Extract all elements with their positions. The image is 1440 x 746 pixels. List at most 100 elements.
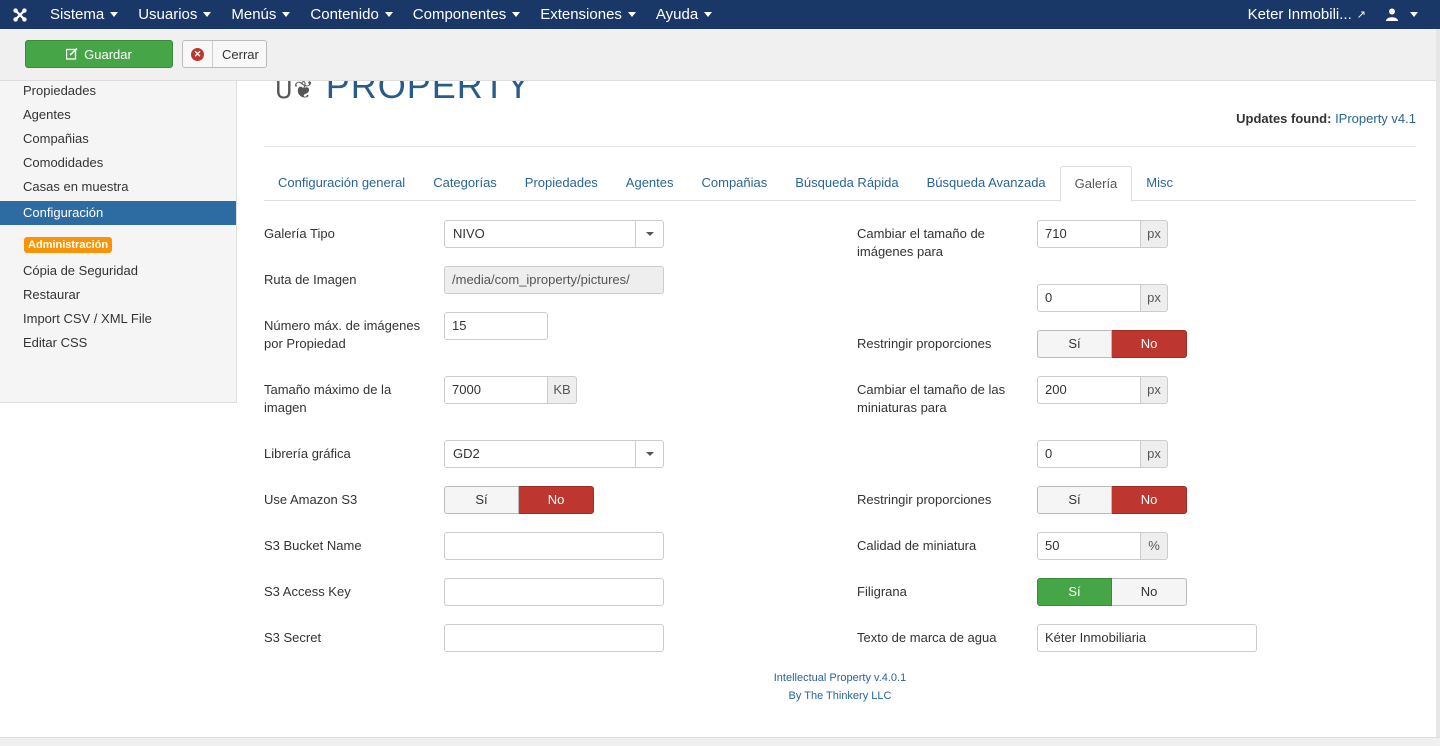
footer-author-link[interactable]: By The Thinkery LLC [640, 690, 1040, 702]
graphics-lib-label: Librería gráfica [264, 446, 351, 461]
top-navbar: Sistema Usuarios Menús Contenido Compone… [0, 0, 1440, 29]
watermark-no[interactable]: No [1112, 578, 1187, 606]
watermark-label: Filigrana [857, 584, 907, 599]
image-path-label: Ruta de Imagen [264, 272, 357, 287]
footer-version-link[interactable]: Intellectual Property v.4.0.1 [640, 672, 1040, 684]
site-link[interactable]: Keter Inmobili... ↗ [1238, 0, 1376, 29]
px-unit-addon: px [1141, 376, 1168, 404]
scrollbar[interactable] [1436, 29, 1440, 737]
tab-galeria[interactable]: Galería [1059, 166, 1133, 202]
tab-agentes[interactable]: Agentes [612, 166, 688, 201]
toolbar: Guardar ✕ Cerrar [0, 29, 1440, 81]
restrict-proportions-toggle: Sí No [1037, 330, 1187, 358]
restrict2-no[interactable]: No [1112, 486, 1187, 514]
max-size-label: Tamaño máximo de la imagen [264, 382, 392, 415]
image-path-field: /media/com_iproperty/pictures/ [444, 266, 664, 294]
watermark-yes[interactable]: Sí [1037, 578, 1112, 606]
chevron-down-icon [635, 221, 663, 247]
amazon-s3-label: Use Amazon S3 [264, 492, 358, 507]
resize-width-input[interactable]: 710 [1037, 220, 1141, 248]
sidebar-item-companias[interactable]: Compañias [0, 129, 236, 153]
px-unit-addon: px [1141, 284, 1168, 312]
sidebar: Propiedades Agentes Compañias Comodidade… [0, 81, 237, 403]
sidebar-item-restore[interactable]: Restaurar [0, 285, 236, 309]
settings-tabs: Configuración general Categorías Propied… [264, 166, 1416, 202]
max-size-input[interactable]: 7000 [444, 376, 548, 404]
tab-busqueda-rapida[interactable]: Búsqueda Rápida [781, 166, 912, 201]
sidebar-item-configuracion[interactable]: Configuración [0, 201, 236, 225]
px-unit-addon: px [1141, 220, 1168, 248]
bucket-input[interactable] [444, 532, 664, 560]
nav-menus[interactable]: Menús [221, 0, 300, 29]
secret-input[interactable] [444, 624, 664, 652]
tab-companias[interactable]: Compañias [688, 166, 782, 201]
thumb-quality-input[interactable]: 50 [1037, 532, 1141, 560]
gallery-type-select[interactable]: NIVO [444, 220, 664, 248]
updates-notice: Updates found: IProperty v4.1 [1236, 111, 1416, 126]
max-images-input[interactable]: 15 [444, 312, 548, 340]
nav-componentes[interactable]: Componentes [403, 0, 530, 29]
watermark-toggle: Sí No [1037, 578, 1187, 606]
resize-height-input[interactable]: 0 [1037, 284, 1141, 312]
joomla-logo-icon[interactable] [0, 0, 40, 29]
user-menu[interactable] [1376, 0, 1440, 29]
restrict-proportions-2-label: Restringir proporciones [857, 492, 992, 507]
sidebar-item-agentes[interactable]: Agentes [0, 105, 236, 129]
max-images-label: Número máx. de imágenes por Propiedad [264, 318, 421, 351]
amazon-s3-toggle: Sí No [444, 486, 594, 514]
graphics-lib-select[interactable]: GD2 [444, 440, 664, 468]
secret-label: S3 Secret [264, 630, 322, 645]
access-key-label: S3 Access Key [264, 584, 351, 599]
divider [264, 146, 1416, 147]
nav-extensiones[interactable]: Extensiones [530, 0, 646, 29]
save-button[interactable]: Guardar [25, 40, 173, 68]
sidebar-item-propiedades[interactable]: Propiedades [0, 81, 236, 105]
caret-down-icon [512, 12, 521, 17]
percent-unit-addon: % [1141, 532, 1168, 560]
restrict2-yes[interactable]: Sí [1037, 486, 1112, 514]
kb-unit-addon: KB [548, 376, 577, 404]
caret-down-icon [704, 12, 713, 17]
nav-contenido[interactable]: Contenido [300, 0, 402, 29]
restrict-proportions-2-toggle: Sí No [1037, 486, 1187, 514]
gallery-type-label: Galería Tipo [264, 226, 335, 241]
sidebar-item-edit-css[interactable]: Editar CSS [0, 333, 236, 357]
external-link-icon: ↗ [1356, 9, 1366, 21]
thumb-height-input[interactable]: 0 [1037, 440, 1141, 468]
bucket-label: S3 Bucket Name [264, 538, 362, 553]
updates-link[interactable]: IProperty v4.1 [1335, 111, 1416, 126]
thumb-quality-label: Calidad de miniatura [857, 538, 977, 553]
user-icon [1386, 8, 1398, 21]
close-button[interactable]: ✕ Cerrar [182, 40, 267, 68]
close-icon: ✕ [191, 47, 204, 61]
nav-ayuda[interactable]: Ayuda [646, 0, 722, 29]
tab-busqueda-avanzada[interactable]: Búsqueda Avanzada [913, 166, 1060, 201]
nav-usuarios[interactable]: Usuarios [128, 0, 221, 29]
tab-categorias[interactable]: Categorías [419, 166, 511, 201]
caret-down-icon [384, 12, 393, 17]
px-unit-addon: px [1141, 440, 1168, 468]
sidebar-item-comodidades[interactable]: Comodidades [0, 153, 236, 177]
edit-icon [66, 48, 78, 60]
sidebar-item-casas-en-muestra[interactable]: Casas en muestra [0, 177, 236, 201]
amazon-s3-yes[interactable]: Sí [444, 486, 519, 514]
tab-configuracion-general[interactable]: Configuración general [264, 166, 419, 201]
caret-down-icon [627, 12, 636, 17]
sidebar-item-backup[interactable]: Cópia de Seguridad [0, 261, 236, 285]
restrict-yes[interactable]: Sí [1037, 330, 1112, 358]
status-bar [0, 737, 1440, 746]
tab-misc[interactable]: Misc [1132, 166, 1187, 201]
thumb-resize-label: Cambiar el tamaño de las miniaturas para [857, 382, 1006, 415]
amazon-s3-no[interactable]: No [519, 486, 594, 514]
nav-sistema[interactable]: Sistema [40, 0, 128, 29]
tab-propiedades[interactable]: Propiedades [511, 166, 612, 201]
chevron-down-icon [635, 441, 663, 467]
watermark-text-input[interactable]: Kéter Inmobiliaria [1037, 624, 1257, 652]
watermark-text-label: Texto de marca de agua [857, 630, 997, 645]
thumb-width-input[interactable]: 200 [1037, 376, 1141, 404]
iproperty-logo: ᑌ❦ PROPERTY [275, 81, 530, 101]
caret-down-icon [203, 12, 212, 17]
restrict-no[interactable]: No [1112, 330, 1187, 358]
sidebar-item-import[interactable]: Import CSV / XML File [0, 309, 236, 333]
access-key-input[interactable] [444, 578, 664, 606]
